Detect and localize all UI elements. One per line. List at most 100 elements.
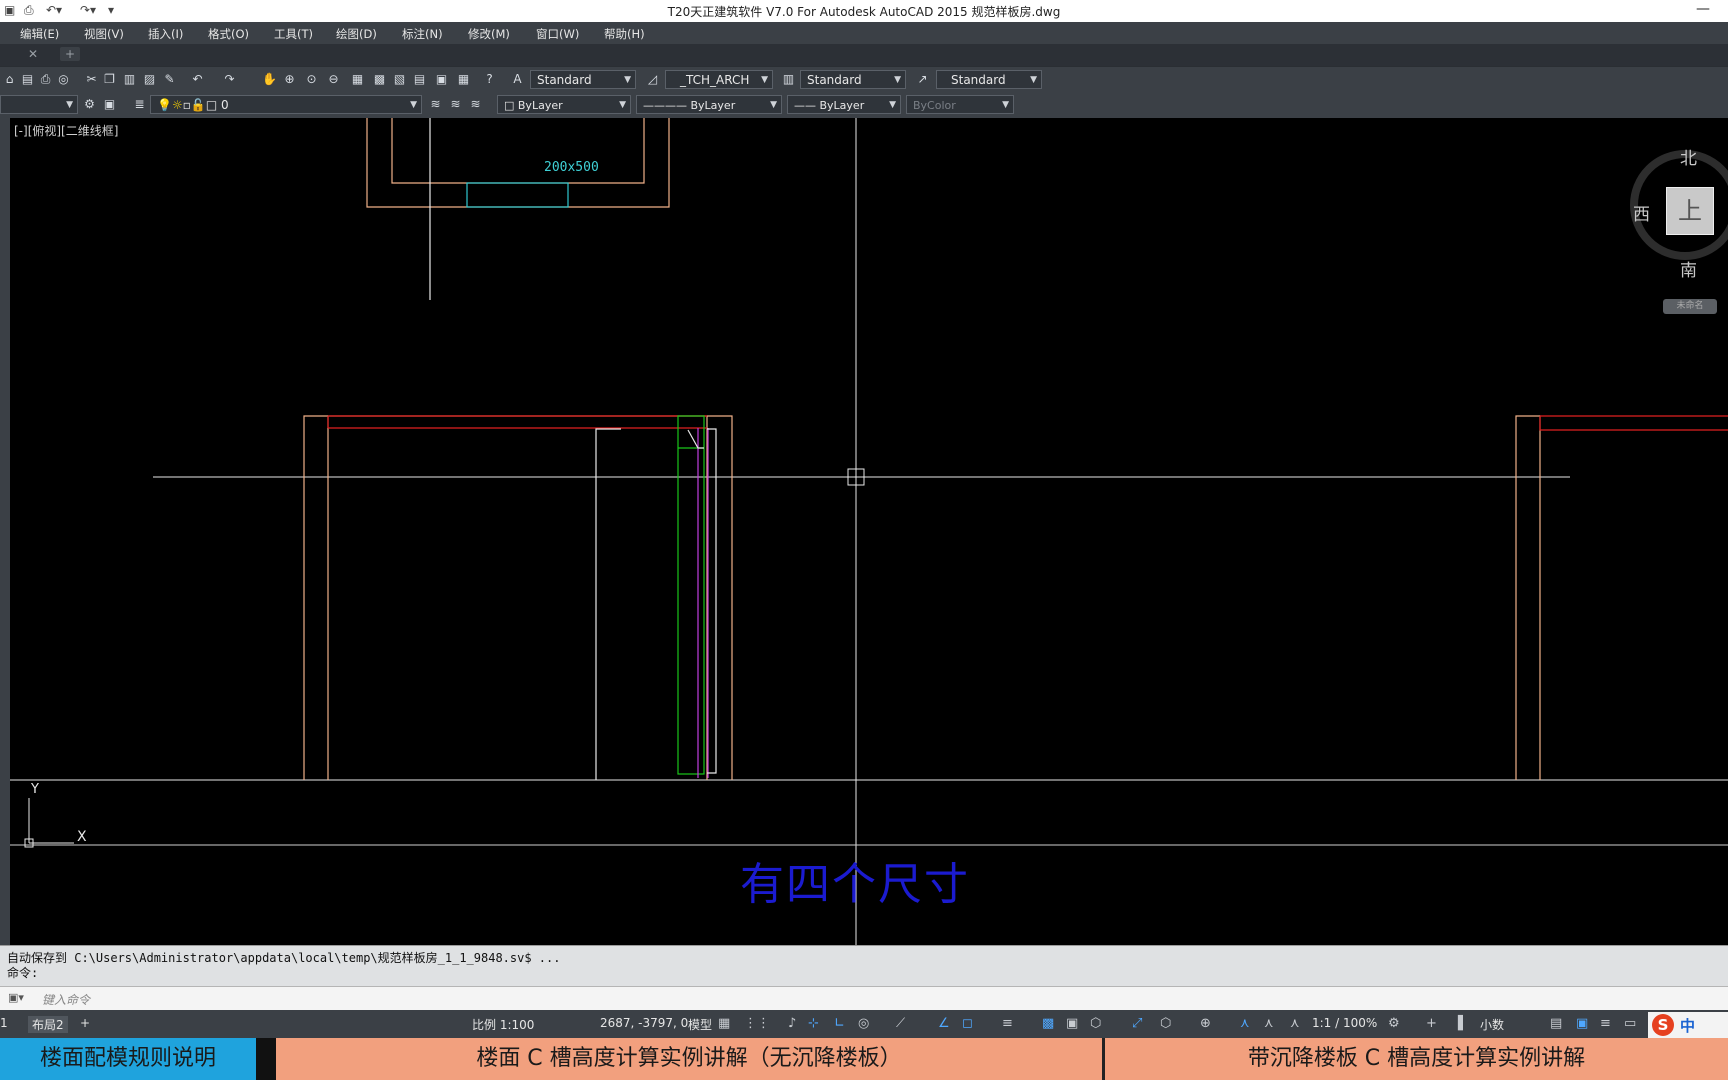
ime-language-label[interactable]: 中: [1680, 1015, 1695, 1036]
dynamic-input-icon[interactable]: ⊹: [808, 1016, 819, 1031]
menu-tools[interactable]: 工具(T): [274, 26, 313, 42]
publish-icon[interactable]: ◎: [56, 72, 71, 87]
model-space-button[interactable]: 模型: [688, 1016, 712, 1033]
ortho-icon[interactable]: ∟: [834, 1016, 845, 1031]
3d-osnap-icon[interactable]: ⬡: [1090, 1016, 1101, 1031]
viewcube-top-face[interactable]: 上: [1666, 187, 1714, 235]
menu-window[interactable]: 窗口(W): [536, 26, 579, 42]
clean-screen-icon[interactable]: ▭: [1624, 1016, 1636, 1031]
dynamic-ucs-icon[interactable]: ⤢: [1132, 1016, 1142, 1031]
paste-icon[interactable]: ▥: [122, 72, 137, 87]
layer-properties-icon[interactable]: ▣: [102, 97, 117, 112]
hardware-acceleration-icon[interactable]: ≡: [1600, 1016, 1611, 1031]
isolate-objects-icon[interactable]: ▣: [1576, 1016, 1588, 1031]
add-layout-icon[interactable]: +: [80, 1016, 90, 1030]
calculator-icon[interactable]: ▦: [456, 72, 471, 87]
minimize-button[interactable]: —: [1696, 1, 1710, 17]
polar-tracking-icon[interactable]: ◎: [858, 1016, 869, 1031]
annotation-scale-icon[interactable]: ⋏: [1290, 1016, 1300, 1031]
quick-properties-icon[interactable]: ▤: [1550, 1016, 1562, 1031]
ime-indicator[interactable]: S 中: [1648, 1012, 1728, 1038]
tool-palettes-icon[interactable]: ▧: [392, 72, 407, 87]
layer-match-icon[interactable]: ≋: [468, 97, 483, 112]
layout-tab-2[interactable]: 布局2: [28, 1016, 68, 1033]
new-tab-button[interactable]: +: [60, 47, 81, 61]
text-style-icon[interactable]: A: [510, 72, 525, 87]
selection-filter-icon[interactable]: ⬡: [1160, 1016, 1171, 1031]
dim-style-dropdown[interactable]: _TCH_ARCH ▼: [665, 70, 773, 89]
scale-selector[interactable]: 比例 1:100: [472, 1016, 534, 1033]
infer-constraints-icon[interactable]: ♪: [788, 1016, 796, 1031]
cut-icon[interactable]: ✂: [84, 72, 99, 87]
compass-north[interactable]: 北: [1680, 144, 1697, 169]
layout-tab-1[interactable]: 1: [0, 1016, 8, 1030]
layer-on-lightbulb-icon: 💡: [157, 98, 172, 112]
viewcube[interactable]: 北 西 南 上 未命名: [1630, 149, 1728, 314]
dim-style-icon[interactable]: ◿: [645, 72, 660, 87]
copy-icon[interactable]: ❐: [102, 72, 117, 87]
command-input[interactable]: 键入命令: [42, 991, 90, 1008]
selection-cycling-icon[interactable]: ▣: [1066, 1016, 1078, 1031]
annotation-scale-value[interactable]: 1:1 / 100%: [1312, 1016, 1377, 1030]
grid-icon[interactable]: ▦: [718, 1016, 730, 1031]
menu-draw[interactable]: 绘图(D): [336, 26, 377, 42]
lineweight-dropdown[interactable]: —— ByLayer ▼: [787, 95, 901, 114]
make-current-layer-icon[interactable]: ≋: [428, 97, 443, 112]
transparency-icon[interactable]: ▩: [1042, 1016, 1054, 1031]
plot-icon[interactable]: ⎙: [38, 72, 53, 87]
help-icon[interactable]: ?: [482, 72, 497, 87]
linetype-dropdown[interactable]: ———— ByLayer ▼: [636, 95, 782, 114]
menu-format[interactable]: 格式(O): [208, 26, 249, 42]
auto-scale-icon[interactable]: ⋏: [1264, 1016, 1274, 1031]
text-style-dropdown[interactable]: Standard ▼: [530, 70, 636, 89]
properties-icon[interactable]: ▦: [350, 72, 365, 87]
object-snap-icon[interactable]: ◻: [962, 1016, 973, 1031]
workspace-settings-gear-icon[interactable]: ⚙: [82, 97, 97, 112]
isodraft-icon[interactable]: ⟋: [896, 1016, 905, 1031]
ucs-menu-button[interactable]: 未命名: [1663, 299, 1717, 314]
command-line[interactable]: ▣▾ 键入命令: [0, 986, 1728, 1012]
annotation-monitor-icon[interactable]: +: [1426, 1016, 1437, 1031]
mleader-style-icon[interactable]: ↗: [915, 72, 930, 87]
pan-icon[interactable]: ✋: [262, 72, 277, 87]
compass-west[interactable]: 西: [1633, 200, 1650, 225]
snap-icon[interactable]: ⋮⋮: [744, 1016, 770, 1031]
units-selector[interactable]: 小数: [1480, 1016, 1504, 1033]
workspace-gear-icon[interactable]: ⚙: [1388, 1016, 1400, 1031]
menu-dimension[interactable]: 标注(N): [402, 26, 443, 42]
layer-previous-icon[interactable]: ≋: [448, 97, 463, 112]
annotation-visibility-icon[interactable]: ⋏: [1240, 1016, 1250, 1031]
open-icon[interactable]: ⌂: [2, 72, 17, 87]
design-center-icon[interactable]: ▩: [372, 72, 387, 87]
redo-toolbar-icon[interactable]: ↷: [222, 72, 237, 87]
drawing-canvas[interactable]: [-][俯视][二维线框] 200x500 Y X 有四个尺寸: [10, 118, 1728, 945]
paintbrush-icon[interactable]: ✎: [162, 72, 177, 87]
color-dropdown[interactable]: □ ByLayer ▼: [497, 95, 631, 114]
save-as-icon[interactable]: ▤: [20, 72, 35, 87]
zoom-realtime-icon[interactable]: ⊕: [282, 72, 297, 87]
mleader-style-dropdown[interactable]: Standard ▼: [936, 70, 1042, 89]
table-style-icon[interactable]: ▥: [781, 72, 796, 87]
workspace-dropdown[interactable]: ▼: [0, 95, 78, 114]
close-tab-icon[interactable]: ✕: [28, 47, 38, 61]
layer-dropdown[interactable]: 💡☼▫🔓□ 0 ▼: [150, 95, 422, 114]
compass-south[interactable]: 南: [1680, 256, 1697, 281]
menu-insert[interactable]: 插入(I): [148, 26, 183, 42]
gizmo-icon[interactable]: ⊕: [1200, 1016, 1211, 1031]
object-snap-tracking-icon[interactable]: ∠: [938, 1016, 950, 1031]
undo-toolbar-icon[interactable]: ↶: [190, 72, 205, 87]
zoom-previous-icon[interactable]: ⊖: [326, 72, 341, 87]
menu-help[interactable]: 帮助(H): [604, 26, 645, 42]
zoom-window-icon[interactable]: ⊙: [304, 72, 319, 87]
match-properties-icon[interactable]: ▨: [142, 72, 157, 87]
sheet-set-icon[interactable]: ▤: [412, 72, 427, 87]
menu-modify[interactable]: 修改(M): [468, 26, 510, 42]
command-line-menu-icon[interactable]: ▣▾: [8, 991, 24, 1004]
menu-edit[interactable]: 编辑(E): [20, 26, 59, 42]
table-style-dropdown[interactable]: Standard ▼: [800, 70, 906, 89]
course-chapter-banner: 楼面配模规则说明 楼面 C 槽高度计算实例讲解（无沉降楼板） 带沉降楼板 C 槽…: [0, 1038, 1728, 1080]
lineweight-icon[interactable]: ≡: [1002, 1016, 1013, 1031]
menu-view[interactable]: 视图(V): [84, 26, 124, 42]
layer-states-icon[interactable]: ≣: [132, 97, 147, 112]
markup-icon[interactable]: ▣: [434, 72, 449, 87]
